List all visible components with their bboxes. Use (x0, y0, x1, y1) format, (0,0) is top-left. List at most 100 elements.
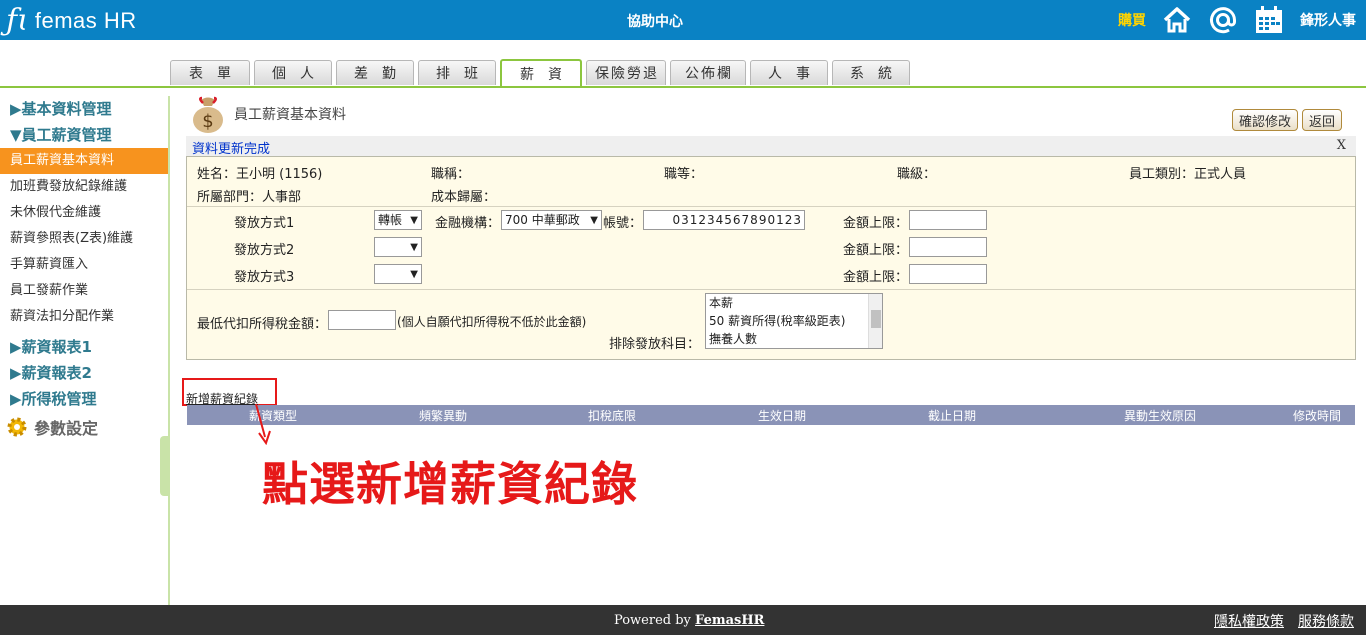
amount-limit-1-label: 金額上限： (843, 216, 909, 231)
account-label: 帳號： (603, 216, 643, 231)
tab-attendance[interactable]: 差勤 (336, 60, 414, 85)
help-center-link[interactable]: 協助中心 (600, 11, 710, 31)
user-name[interactable]: 鋒形人事 (1300, 10, 1356, 30)
cost-center: 成本歸屬： (431, 190, 497, 205)
sidebar: ▶基本資料管理 ▼員工薪資管理 員工薪資基本資料 加班費發放紀錄維護 未休假代金… (0, 96, 170, 606)
sidebar-param-settings[interactable]: 參數設定 (0, 412, 168, 442)
col-tax-floor[interactable]: 扣稅底限 (588, 407, 636, 424)
femas-logo[interactable]: ƒɩ femas HR (6, 4, 137, 38)
pay-method-1-value: 轉帳 (378, 213, 403, 227)
chevron-down-icon: ▼ (590, 215, 598, 226)
col-frequent-change[interactable]: 頻繁異動 (419, 407, 467, 424)
exclude-items-label: 排除發放科目： (609, 337, 701, 352)
calendar-icon[interactable] (1254, 5, 1284, 35)
close-status-button[interactable]: X (1337, 138, 1346, 153)
account-input[interactable]: 031234567890123 (643, 210, 805, 230)
annotation-text: 點選新增薪資紀錄 (262, 457, 638, 511)
powered-brand-link[interactable]: FemasHR (695, 613, 764, 628)
status-message: 資料更新完成 (192, 142, 271, 157)
sidebar-item-salary-basic[interactable]: 員工薪資基本資料 (0, 148, 168, 174)
divider (187, 206, 1355, 207)
pay-method-1-select[interactable]: 轉帳 ▼ (374, 210, 422, 230)
employee-name: 姓名：王小明 (1156) (197, 167, 323, 182)
tab-bulletin[interactable]: 公佈欄 (670, 60, 746, 85)
sidebar-group-salary-mgmt[interactable]: ▼員工薪資管理 (0, 122, 168, 148)
employee-type: 員工類別：正式人員 (1129, 167, 1247, 182)
bank-value: 700 中華郵政 (505, 213, 580, 227)
records-table-header: 薪資類型 頻繁異動 扣稅底限 生效日期 截止日期 異動生效原因 修改時間 (187, 405, 1355, 425)
top-bar: ƒɩ femas HR 協助中心 購買 鋒形人事 (0, 0, 1366, 40)
param-settings-label: 參數設定 (34, 419, 99, 438)
sidebar-item-payroll[interactable]: 員工發薪作業 (0, 278, 168, 304)
sidebar-item-z-table[interactable]: 薪資參照表(Z表)維護 (0, 226, 168, 252)
col-modified-time[interactable]: 修改時間 (1293, 407, 1341, 424)
amount-limit-1-input[interactable] (909, 210, 987, 230)
bank-label: 金融機構： (435, 216, 501, 231)
top-right-tools: 購買 鋒形人事 (1118, 4, 1356, 36)
privacy-policy-link[interactable]: 隱私權政策 (1214, 611, 1284, 631)
tab-personal[interactable]: 個人 (254, 60, 332, 85)
list-scrollbar[interactable] (868, 294, 882, 348)
job-grade: 職等： (664, 167, 704, 182)
list-item[interactable]: 撫養人數 (706, 330, 882, 348)
col-effective-date[interactable]: 生效日期 (758, 407, 806, 424)
terms-link[interactable]: 服務條款 (1298, 611, 1354, 631)
annotation-arrow (255, 403, 271, 445)
pay-method-1-label: 發放方式1 (234, 216, 295, 231)
pay-method-2-select[interactable]: ▼ (374, 237, 422, 257)
home-icon[interactable] (1162, 6, 1192, 34)
sidebar-collapse-handle[interactable] (160, 436, 170, 496)
logo-mark-icon: ƒɩ (6, 3, 29, 38)
sidebar-group-income-tax[interactable]: ▶所得稅管理 (0, 386, 168, 412)
scrollbar-thumb[interactable] (871, 310, 881, 328)
sidebar-item-unused-leave[interactable]: 未休假代金維護 (0, 200, 168, 226)
job-title: 職稱： (431, 167, 471, 182)
bank-select[interactable]: 700 中華郵政 ▼ (501, 210, 602, 230)
sidebar-group-report1[interactable]: ▶薪資報表1 (0, 334, 168, 360)
tab-forms[interactable]: 表單 (170, 60, 250, 85)
powered-prefix: Powered by (614, 613, 691, 628)
tab-hr[interactable]: 人事 (750, 60, 828, 85)
list-item[interactable]: 50 薪資所得(稅率級距表) (706, 312, 882, 330)
sidebar-item-overtime[interactable]: 加班費發放紀錄維護 (0, 174, 168, 200)
buy-link[interactable]: 購買 (1118, 10, 1146, 30)
job-level: 職級： (897, 167, 937, 182)
svg-text:$: $ (202, 111, 213, 132)
amount-limit-2-label: 金額上限： (843, 243, 909, 258)
list-item[interactable]: 本薪 (706, 294, 882, 312)
footer: Powered by FemasHR 隱私權政策 服務條款 (0, 605, 1366, 635)
min-tax-label: 最低代扣所得稅金額： (197, 317, 328, 332)
tab-salary[interactable]: 薪資 (500, 59, 582, 86)
col-change-reason[interactable]: 異動生效原因 (1124, 407, 1196, 424)
employee-panel: 姓名：王小明 (1156) 職稱： 職等： 職級： 員工類別：正式人員 所屬部門… (186, 156, 1356, 360)
min-tax-note: (個人自願代扣所得稅不低於此金額) (397, 315, 587, 329)
powered-by: Powered by FemasHR (614, 613, 764, 628)
amount-limit-3-input[interactable] (909, 264, 987, 284)
page-header: $ 員工薪資基本資料 (190, 94, 346, 134)
sidebar-group-report2[interactable]: ▶薪資報表2 (0, 360, 168, 386)
confirm-edit-button[interactable]: 確認修改 (1231, 109, 1298, 131)
divider (187, 289, 1355, 290)
col-end-date[interactable]: 截止日期 (928, 407, 976, 424)
back-button[interactable]: 返回 (1301, 109, 1342, 131)
sidebar-item-deduction[interactable]: 薪資法扣分配作業 (0, 304, 168, 330)
main-tabs: 表單 個人 差勤 排班 薪資 保險勞退 公佈欄 人事 系統 (170, 59, 910, 86)
tab-insurance[interactable]: 保險勞退 (586, 60, 666, 85)
exclude-items-list[interactable]: 本薪 50 薪資所得(稅率級距表) 撫養人數 (705, 293, 883, 349)
at-mail-icon[interactable] (1208, 5, 1238, 35)
tab-schedule[interactable]: 排班 (418, 60, 496, 85)
sidebar-group-basic[interactable]: ▶基本資料管理 (0, 96, 168, 122)
footer-links: 隱私權政策 服務條款 (1214, 611, 1354, 631)
sidebar-item-manual-import[interactable]: 手算薪資匯入 (0, 252, 168, 278)
tab-system[interactable]: 系統 (832, 60, 910, 85)
pay-method-3-select[interactable]: ▼ (374, 264, 422, 284)
amount-limit-2-input[interactable] (909, 237, 987, 257)
money-bag-icon: $ (193, 96, 223, 133)
pay-method-3-label: 發放方式3 (234, 270, 295, 285)
gear-icon (7, 417, 27, 437)
amount-limit-3-label: 金額上限： (843, 270, 909, 285)
min-tax-input[interactable] (328, 310, 396, 330)
department: 所屬部門：人事部 (197, 190, 302, 205)
chevron-down-icon: ▼ (410, 242, 418, 253)
chevron-down-icon: ▼ (410, 215, 418, 226)
